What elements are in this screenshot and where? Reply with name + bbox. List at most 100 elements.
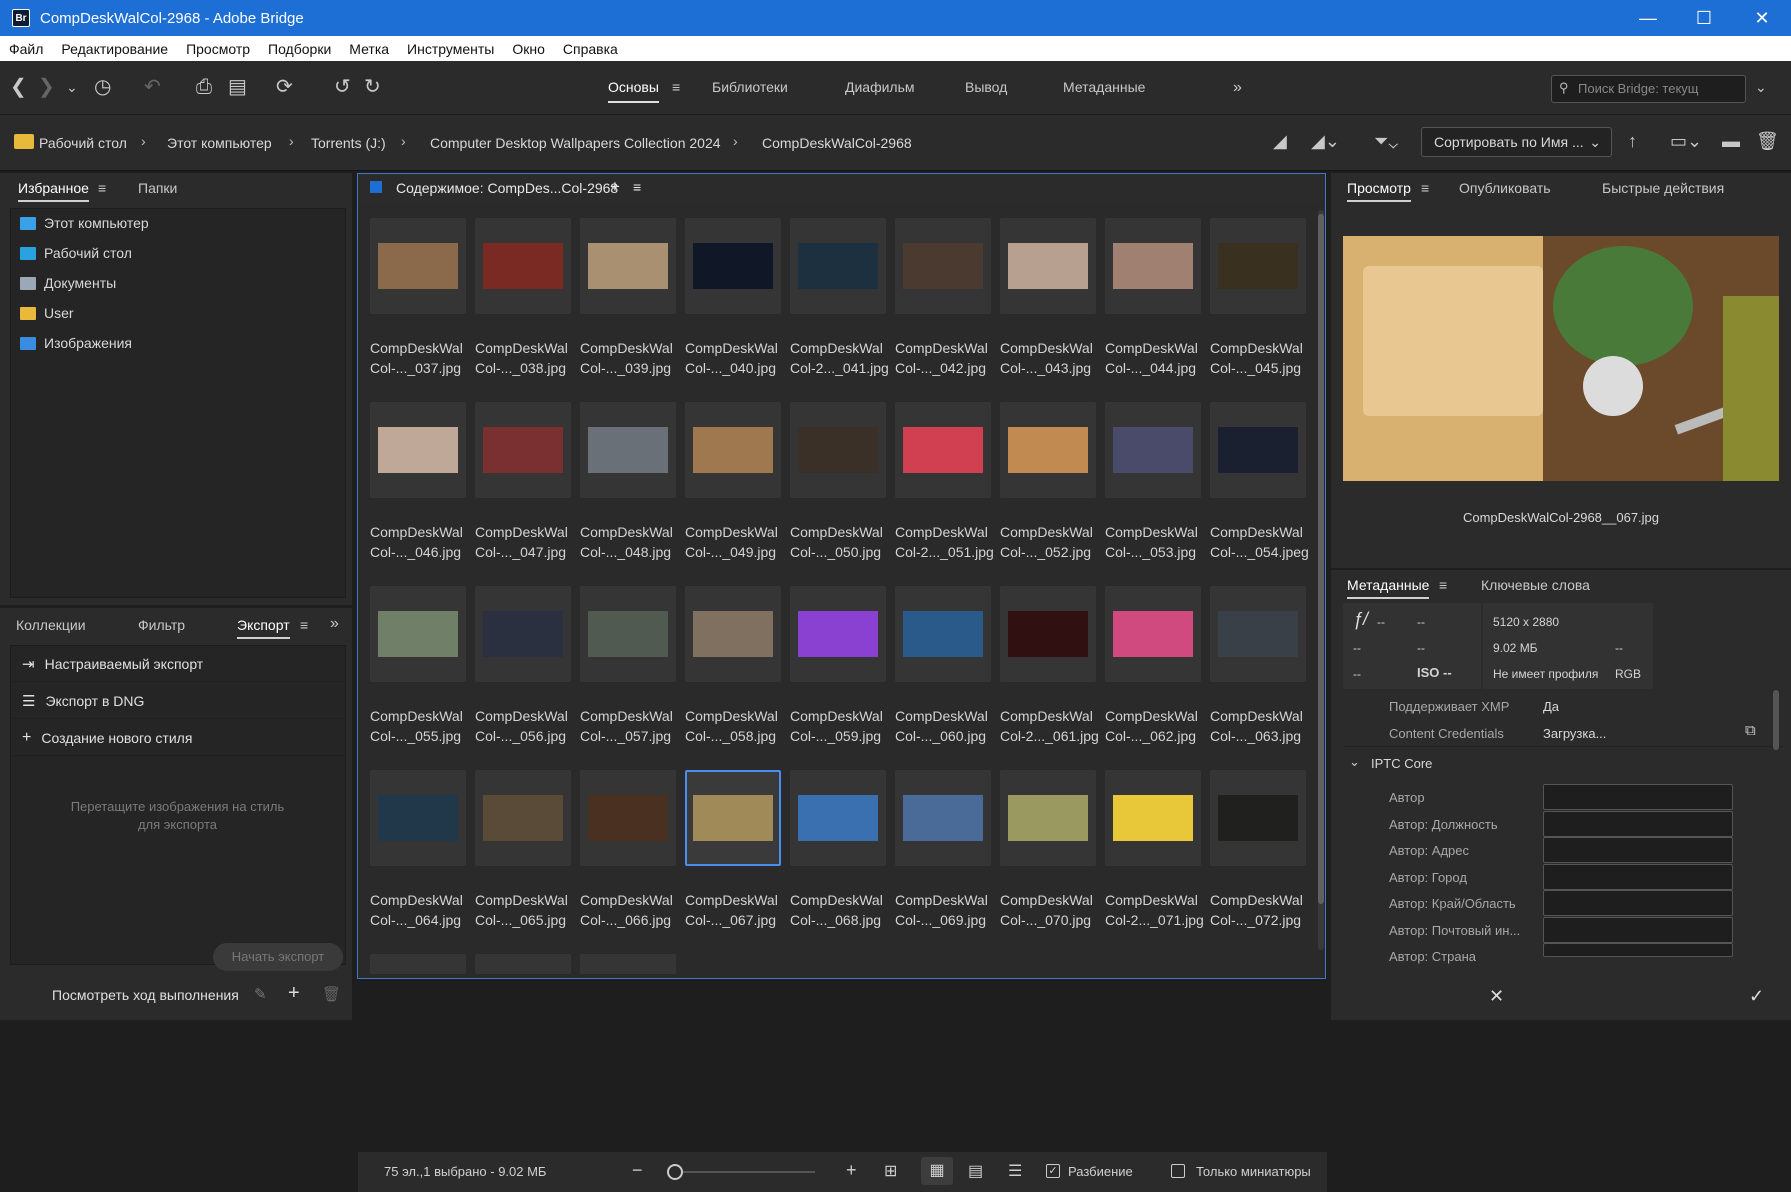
thumbnail-item[interactable]: CompDeskWal Col-..._070.jpg (1000, 770, 1104, 954)
close-button[interactable]: ✕ (1734, 0, 1790, 36)
sync-icon[interactable]: ⟳ (276, 75, 293, 99)
favorites-menu-icon[interactable]: ≡ (98, 180, 106, 196)
tab-preview[interactable]: Просмотр (1347, 180, 1411, 202)
maximize-button[interactable]: ☐ (1676, 0, 1732, 36)
metadata-menu-icon[interactable]: ≡ (1439, 577, 1447, 593)
thumbnail-item[interactable]: CompDeskWal Col-..._052.jpg (1000, 402, 1104, 586)
thumbnail-frame[interactable] (1105, 770, 1201, 866)
tab-folders[interactable]: Папки (138, 180, 177, 196)
crumb-desktop[interactable]: Рабочий стол (39, 135, 127, 151)
thumbnail-frame[interactable] (790, 402, 886, 498)
tab-libraries[interactable]: Библиотеки (712, 79, 788, 95)
thumbnail-frame[interactable] (370, 586, 466, 682)
thumbnail-item[interactable]: CompDeskWal Col-..._038.jpg (475, 218, 579, 402)
thumbnail-item[interactable]: CompDeskWal Col-..._053.jpg (1105, 402, 1209, 586)
menu-help[interactable]: Справка (554, 41, 627, 57)
thumbnail-item[interactable]: CompDeskWal Col-2..._041.jpg (790, 218, 894, 402)
menu-edit[interactable]: Редактирование (52, 41, 177, 57)
trash-icon[interactable]: 🗑 (322, 985, 341, 1003)
tab-metadata-panel[interactable]: Метаданные (1347, 577, 1430, 599)
minimize-button[interactable]: — (1620, 0, 1676, 36)
thumbnail-item[interactable]: CompDeskWal Col-..._037.jpg (370, 218, 474, 402)
thumbnail-frame[interactable] (1210, 218, 1306, 314)
favorite-desktop[interactable]: Рабочий стол (20, 245, 132, 261)
thumbnail-item[interactable]: CompDeskWal Col-..._069.jpg (895, 770, 999, 954)
zoom-slider-thumb[interactable] (667, 1164, 683, 1180)
view-details-icon[interactable]: ▤ (968, 1161, 983, 1181)
chevron-down-icon[interactable]: ⌄ (1349, 754, 1360, 770)
favorite-user[interactable]: User (20, 305, 74, 321)
thumbnail-frame[interactable] (685, 218, 781, 314)
thumbnail-frame[interactable] (370, 954, 466, 974)
thumbnail-item[interactable]: CompDeskWal Col-..._043.jpg (1000, 218, 1104, 402)
forward-icon[interactable]: ❯ (38, 75, 55, 99)
thumbnail-frame[interactable] (1105, 586, 1201, 682)
menu-tools[interactable]: Инструменты (398, 41, 503, 57)
thumbnail-item[interactable]: CompDeskWal Col-..._057.jpg (580, 586, 684, 770)
view-list-icon[interactable]: ☰ (1008, 1161, 1022, 1181)
thumbnail-frame[interactable] (580, 770, 676, 866)
tab-filter[interactable]: Фильтр (138, 617, 185, 633)
favorite-documents[interactable]: Документы (20, 275, 116, 291)
crumb-this-pc[interactable]: Этот компьютер (167, 135, 272, 151)
add-icon[interactable]: + (288, 982, 300, 1005)
crumb-current[interactable]: CompDeskWalCol-2968 (762, 135, 912, 151)
thumbnail-frame[interactable] (475, 586, 571, 682)
tab-filmstrip[interactable]: Диафильм (845, 79, 915, 95)
iptc-field-input[interactable] (1543, 916, 1733, 943)
thumbnail-item[interactable]: CompDeskWal Col-..._067.jpg (685, 770, 789, 954)
back-icon[interactable]: ❮ (10, 75, 27, 99)
camera-import-icon[interactable]: ⎙ (196, 75, 212, 99)
thumbnail-item[interactable]: CompDeskWal Col-..._047.jpg (475, 402, 579, 586)
custom-export-item[interactable]: ⇥ Настраиваемый экспорт (12, 646, 344, 682)
thumbnail-frame[interactable] (790, 770, 886, 866)
tab-publish[interactable]: Опубликовать (1459, 180, 1551, 196)
zoom-in-icon[interactable]: + (846, 1160, 857, 1181)
thumbnail-item[interactable]: CompDeskWal Col-..._063.jpg (1210, 586, 1314, 770)
thumbnail-frame[interactable] (1105, 218, 1201, 314)
favorite-this-pc[interactable]: Этот компьютер (20, 215, 149, 231)
crumb-collection[interactable]: Computer Desktop Wallpapers Collection 2… (430, 135, 721, 151)
chevron-right-icon[interactable]: › (289, 133, 294, 149)
content-scrollbar[interactable] (1318, 214, 1324, 904)
chevron-right-icon[interactable]: › (401, 133, 406, 149)
chevron-down-icon[interactable]: ⌄ (66, 75, 78, 99)
iptc-field-input[interactable] (1543, 863, 1733, 890)
thumbnail-frame[interactable] (790, 586, 886, 682)
more-workspaces-icon[interactable]: » (1233, 79, 1242, 97)
thumbnail-frame[interactable] (685, 402, 781, 498)
view-thumbnails-icon[interactable]: ▦ (921, 1157, 953, 1185)
search-dropdown-icon[interactable]: ⌄ (1755, 79, 1767, 96)
thumbnail-frame[interactable] (895, 770, 991, 866)
thumbnail-frame[interactable] (685, 770, 781, 866)
delete-icon[interactable]: 🗑 (1756, 129, 1779, 153)
apply-icon[interactable]: ✓ (1749, 986, 1764, 1007)
favorite-pictures[interactable]: Изображения (20, 335, 132, 351)
sort-ascending-icon[interactable]: ↑ (1628, 129, 1637, 153)
grid-lock-icon[interactable]: ⊞ (884, 1161, 897, 1181)
thumbnail-frame[interactable] (580, 586, 676, 682)
external-link-icon[interactable]: ⧉ (1745, 722, 1756, 739)
export-menu-icon[interactable]: ≡ (300, 617, 308, 633)
view-progress-link[interactable]: Посмотреть ход выполнения (52, 987, 239, 1003)
start-export-button[interactable]: Начать экспорт (213, 943, 343, 971)
new-preset-item[interactable]: + Создание нового стиля (12, 720, 344, 756)
chevron-right-icon[interactable]: › (733, 133, 738, 149)
thumbnail-item[interactable]: CompDeskWal Col-..._064.jpg (370, 770, 474, 954)
tab-essentials[interactable]: Основы (608, 79, 659, 103)
iptc-field-input[interactable] (1543, 890, 1733, 916)
split-checkbox[interactable]: ✓ (1046, 1164, 1060, 1178)
thumbnail-item[interactable]: CompDeskWal Col-..._058.jpg (685, 586, 789, 770)
rating-filter-icon[interactable]: ◢⌄ (1311, 129, 1340, 153)
thumbnail-frame[interactable] (1105, 402, 1201, 498)
thumbnail-frame[interactable] (580, 402, 676, 498)
thumbnail-frame[interactable] (475, 954, 571, 974)
thumbnail-frame[interactable] (1000, 770, 1096, 866)
search-input[interactable]: Поиск Bridge: текущ (1551, 75, 1746, 103)
thumbnail-item[interactable]: CompDeskWal Col-..._044.jpg (1105, 218, 1209, 402)
content-menu-icon[interactable]: ≡ (633, 179, 641, 195)
boomerang-icon[interactable]: ↶ (144, 75, 161, 99)
expand-panel-icon[interactable]: » (330, 615, 339, 633)
thumbnail-frame[interactable] (580, 218, 676, 314)
tab-essentials-menu-icon[interactable]: ≡ (672, 79, 680, 95)
